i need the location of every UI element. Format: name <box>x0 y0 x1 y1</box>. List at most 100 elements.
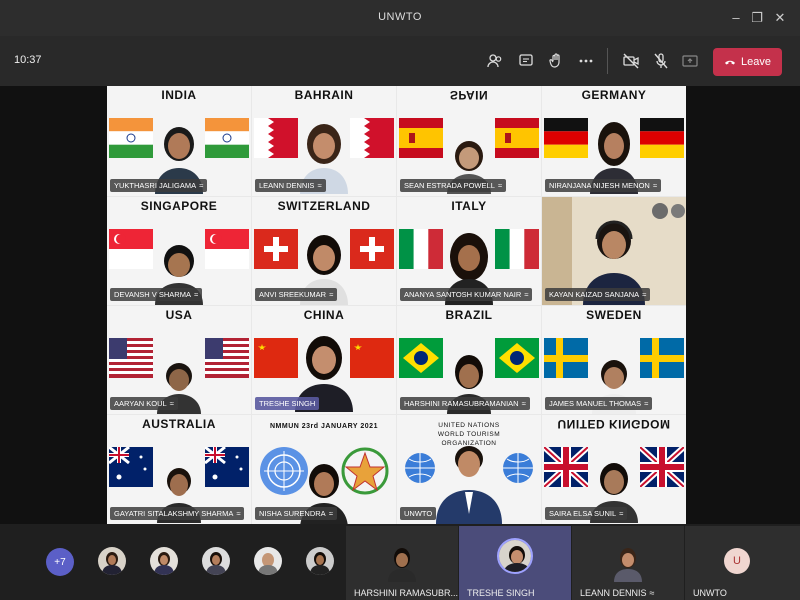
mic-muted-icon: ≈ <box>169 399 174 408</box>
tile-bahrain: BAHRAIN LEANN DENNIS ≈ <box>252 86 396 196</box>
singapore-flag-icon <box>205 229 249 269</box>
country-label: BAHRAIN <box>294 88 354 102</box>
tile-germany: GERMANY NIRANJANA NIJESH MENON ≈ <box>542 86 686 196</box>
avatar-initials: U <box>724 548 750 574</box>
country-label: SWEDEN <box>586 308 642 322</box>
participant-video <box>614 548 642 582</box>
australia-flag-icon <box>109 447 153 487</box>
close-icon[interactable]: ✕ <box>770 8 790 28</box>
meeting-toolbar: 10:37 Leave <box>0 36 800 86</box>
more-icon[interactable] <box>575 50 597 72</box>
more-participants-button[interactable]: +7 <box>46 548 74 576</box>
mic-muted-icon: ≈ <box>236 509 241 518</box>
participant-name-tag: JAMES MANUEL THOMAS ≈ <box>545 397 653 410</box>
leave-button[interactable]: Leave <box>713 48 782 76</box>
participant-video-tile-active[interactable]: TRESHE SINGH <box>459 526 571 600</box>
tile-australia: AUSTRALIA GAYATRI SITALAKSHMY SHARMA ≈ <box>107 415 251 524</box>
participant-name: TRESHE SINGH <box>467 588 535 598</box>
participant-video <box>436 446 502 524</box>
participant-name-tag: DEVANSH V SHARMA ≈ <box>110 288 203 301</box>
leave-label: Leave <box>741 56 771 68</box>
participant-video-tile[interactable]: HARSHINI RAMASUBR...≈ <box>346 526 466 600</box>
italy-flag-icon <box>399 229 443 269</box>
mic-muted-icon: ≈ <box>652 181 657 190</box>
mic-muted-icon: ≈ <box>524 290 529 299</box>
mic-muted-icon: ≈ <box>328 509 333 518</box>
tile-usa: USA AARYAN KOUL ≈ <box>107 306 251 414</box>
participant-video-tile[interactable]: LEANN DENNIS ≈ <box>572 526 684 600</box>
participant-video-tile[interactable]: U UNWTO <box>685 526 800 600</box>
country-label: SPAIN <box>449 88 489 102</box>
italy-flag-icon <box>495 229 539 269</box>
minimize-icon[interactable]: – <box>726 8 746 28</box>
chat-icon[interactable] <box>515 50 537 72</box>
participant-name: HARSHINI RAMASUBR...≈ <box>354 588 466 598</box>
participant-name-tag: LEANN DENNIS ≈ <box>255 179 326 192</box>
spain-flag-icon <box>495 118 539 158</box>
participant-video <box>388 548 416 582</box>
country-label: AUSTRALIA <box>142 417 216 431</box>
avatar[interactable] <box>98 547 126 575</box>
usa-flag-icon <box>109 338 153 378</box>
bahrain-flag-icon <box>254 118 298 158</box>
tile-uk: UNITED KINGDOM SAIRA ELSA SUNIL ≈ <box>542 415 686 524</box>
mic-muted-icon: ≈ <box>329 290 334 299</box>
uk-flag-icon <box>640 447 684 487</box>
usa-flag-icon <box>205 338 249 378</box>
avatar[interactable] <box>254 547 282 575</box>
mic-muted-icon: ≈ <box>317 181 322 190</box>
germany-flag-icon <box>544 118 588 158</box>
participant-name-tag: SEAN ESTRADA POWELL ≈ <box>400 179 506 192</box>
participant-name-tag: KAYAN KAIZAD SANJANA ≈ <box>545 288 651 301</box>
mic-muted-icon: ≈ <box>649 588 655 598</box>
participants-icon[interactable] <box>484 50 506 72</box>
spain-flag-icon <box>399 118 443 158</box>
participant-name-tag: ANVI SREEKUMAR ≈ <box>255 288 338 301</box>
participant-name-tag: AARYAN KOUL ≈ <box>110 397 178 410</box>
avatar[interactable] <box>306 547 334 575</box>
mic-muted-icon: ≈ <box>199 181 204 190</box>
country-label: SINGAPORE <box>140 199 218 213</box>
participant-name-tag: ANANYA SANTOSH KUMAR NAIR ≈ <box>400 288 533 301</box>
phone-icon <box>725 60 735 65</box>
share-icon[interactable] <box>679 50 701 72</box>
tile-italy: ITALY ANANYA SANTOSH KUMAR NAIR ≈ <box>397 197 541 305</box>
india-flag-icon <box>205 118 249 158</box>
germany-flag-icon <box>640 118 684 158</box>
participant-name-tag: SAIRA ELSA SUNIL ≈ <box>545 507 628 520</box>
mic-muted-icon: ≈ <box>193 290 199 299</box>
avatar[interactable] <box>150 547 178 575</box>
country-label: GERMANY <box>581 88 647 102</box>
raise-hand-icon[interactable] <box>545 50 567 72</box>
avatar <box>497 538 533 574</box>
bahrain-flag-icon <box>350 118 394 158</box>
avatar[interactable] <box>202 547 230 575</box>
participant-name-tag: UNWTO <box>400 507 437 520</box>
globe-icon <box>503 453 533 483</box>
tile-switzerland: SWITZERLAND ANVI SREEKUMAR ≈ <box>252 197 396 305</box>
participant-name: LEANN DENNIS ≈ <box>580 588 655 598</box>
maximize-icon[interactable]: ❐ <box>747 8 767 28</box>
event-label: NMMUN 23rd JANUARY 2021 <box>270 423 378 430</box>
country-label: ITALY <box>451 199 487 213</box>
singapore-flag-icon <box>109 229 153 269</box>
switzerland-flag-icon <box>254 229 298 269</box>
tile-spain: SPAIN SEAN ESTRADA POWELL ≈ <box>397 86 541 196</box>
sweden-flag-icon <box>640 338 684 378</box>
camera-off-icon[interactable] <box>620 50 642 72</box>
mic-muted-icon: ≈ <box>642 290 647 299</box>
sweden-flag-icon <box>544 338 588 378</box>
participant-name-tag: GAYATRI SITALAKSHMY SHARMA ≈ <box>110 507 245 520</box>
tile-singapore: SINGAPORE DEVANSH V SHARMA ≈ <box>107 197 251 305</box>
participant-name-tag: YUKTHASRI JALIGAMA ≈ <box>110 179 208 192</box>
mic-muted-icon: ≈ <box>521 399 526 408</box>
participant-name-tag: HARSHINI RAMASUBRAMANIAN ≈ <box>400 397 530 410</box>
tile-unwto: UNITED NATIONS WORLD TOURISM ORGANIZATIO… <box>397 415 541 524</box>
shared-screen: INDIA YUKTHASRI JALIGAMA ≈ BAHRAIN LEANN … <box>107 86 686 524</box>
switzerland-flag-icon <box>350 229 394 269</box>
meeting-timer: 10:37 <box>14 54 42 66</box>
brazil-flag-icon <box>399 338 443 378</box>
toolbar-divider <box>607 48 608 74</box>
india-flag-icon <box>109 118 153 158</box>
mic-off-icon[interactable] <box>650 50 672 72</box>
